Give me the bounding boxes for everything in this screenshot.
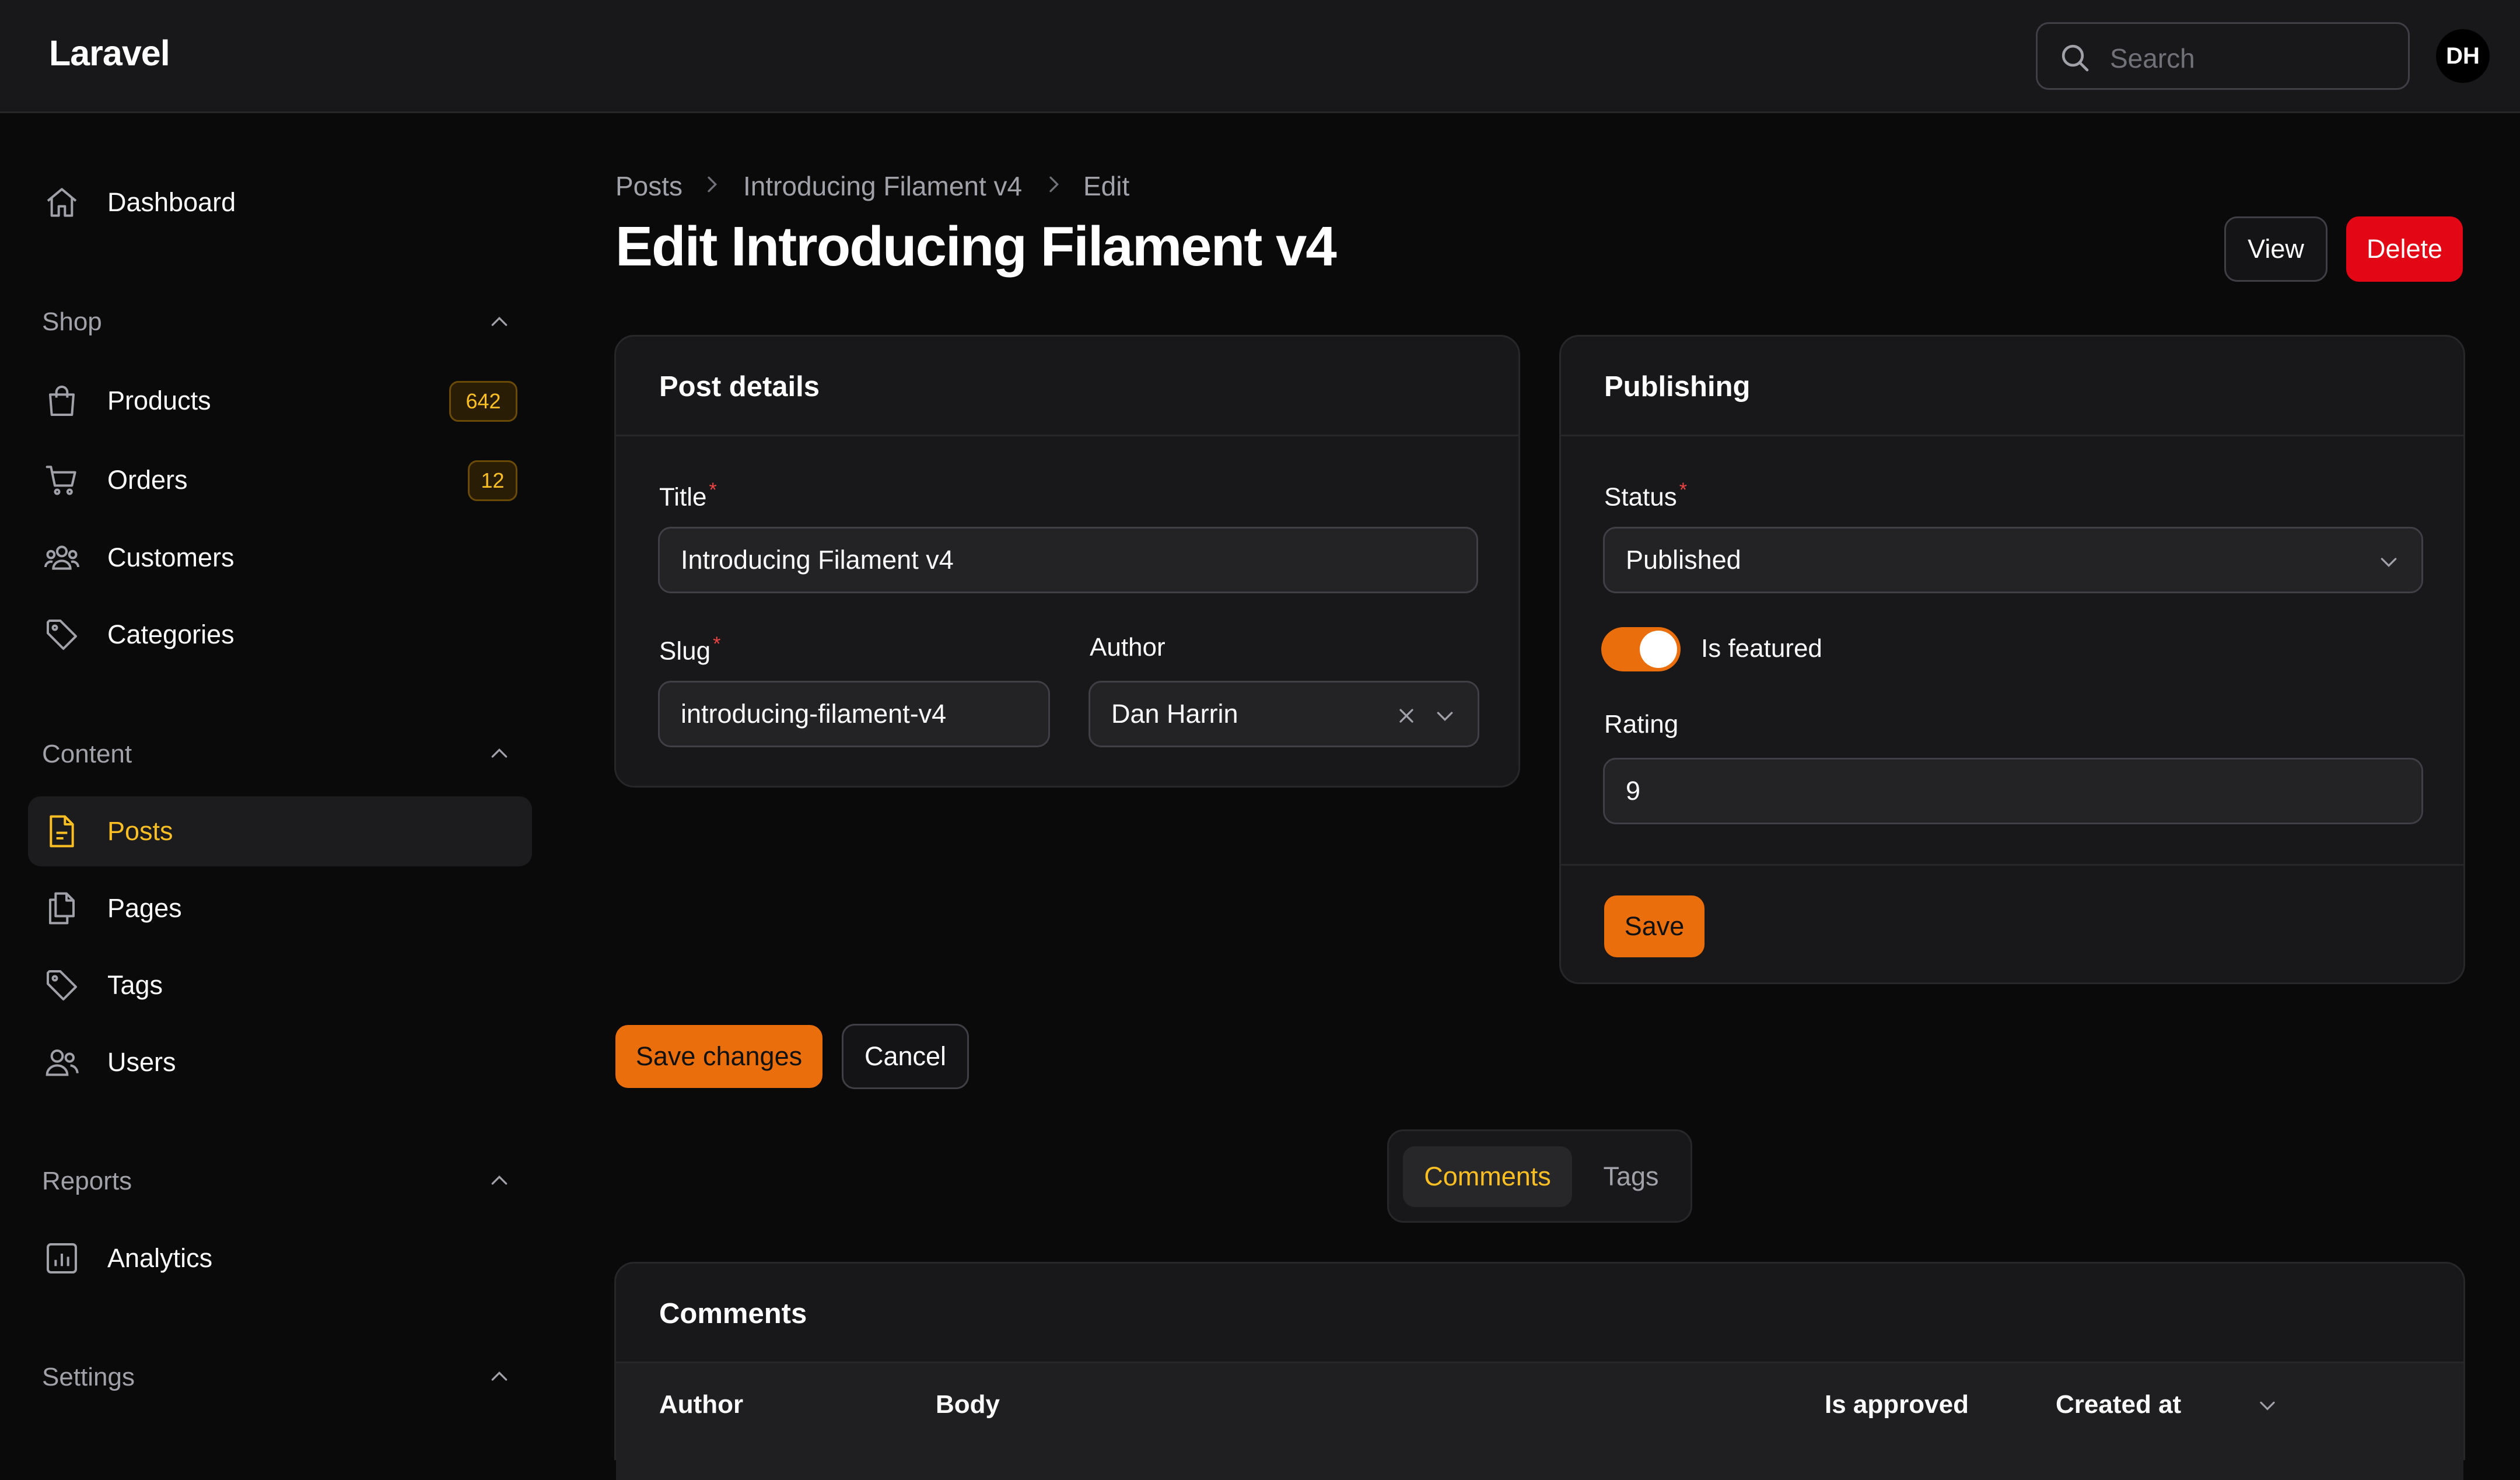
nav-group-content[interactable]: Content [42,740,132,769]
chart-bar-icon [42,1238,82,1278]
home-icon [42,183,82,222]
user-avatar[interactable]: DH [2436,29,2490,83]
chevron-right-icon [1049,176,1059,193]
comments-card: Comments Author Body Is approved Created… [614,1262,2465,1480]
sidebar-item-dashboard[interactable]: Dashboard [42,183,236,222]
breadcrumb-posts[interactable]: Posts [615,170,682,202]
rating-input[interactable]: 9 [1603,758,2423,824]
author-select[interactable]: Dan Harrin [1088,681,1479,747]
chevron-up-icon[interactable] [488,1365,511,1388]
sidebar-item-products[interactable]: Products [42,381,211,421]
search-input[interactable]: Search [2036,22,2410,90]
chevron-up-icon[interactable] [488,310,511,334]
sidebar-item-categories[interactable]: Categories [42,615,235,655]
tag-icon [42,615,82,655]
section-divider [1561,864,2463,866]
slug-label: Slug * [659,633,721,666]
chevron-right-icon [708,176,718,193]
documents-icon [42,888,82,928]
sort-chevron-down-icon[interactable] [2256,1394,2278,1416]
view-button[interactable]: View [2224,216,2328,282]
sidebar-item-pages[interactable]: Pages [42,888,182,928]
sidebar-item-label: Dashboard [107,187,236,217]
column-header-created-at[interactable]: Created at [2056,1390,2181,1419]
sidebar-item-label: Products [107,386,211,415]
sidebar-item-users[interactable]: Users [42,1042,176,1082]
is-featured-toggle[interactable] [1601,627,1681,671]
nav-group-shop[interactable]: Shop [42,307,102,337]
shopping-cart-icon [42,460,82,500]
post-details-card: Post details Title * Introducing Filament… [614,335,1520,788]
chevron-up-icon[interactable] [488,1169,511,1192]
section-divider [616,435,1518,436]
toggle-knob [1640,631,1677,668]
save-changes-button[interactable]: Save changes [615,1025,822,1088]
author-label: Author [1090,633,1166,662]
rating-label: Rating [1604,710,1679,739]
users-icon [42,1042,82,1082]
column-header-body[interactable]: Body [936,1390,1000,1419]
cancel-button[interactable]: Cancel [842,1024,969,1089]
users-group-icon [42,538,82,578]
section-divider [1561,435,2463,436]
sidebar-item-orders[interactable]: Orders [42,460,188,500]
status-value: Published [1626,545,1741,575]
sidebar-item-analytics[interactable]: Analytics [42,1238,212,1278]
slug-input[interactable]: introducing-filament-v4 [658,681,1050,747]
sidebar-item-label: Pages [107,893,182,923]
delete-button[interactable]: Delete [2346,216,2463,282]
sidebar-item-label: Categories [107,620,235,649]
title-label: Title * [659,479,717,512]
tab-comments[interactable]: Comments [1403,1146,1572,1207]
clear-x-icon[interactable] [1395,704,1418,727]
section-heading: Post details [659,371,820,403]
chevron-down-icon [2381,558,2397,568]
shopping-bag-icon [42,381,82,421]
title-input[interactable]: Introducing Filament v4 [658,527,1478,593]
publishing-save-button[interactable]: Save [1604,895,1704,957]
search-placeholder: Search [2110,43,2195,74]
status-select[interactable]: Published [1603,527,2423,593]
products-count-badge: 642 [449,381,517,422]
sidebar-item-label: Analytics [107,1243,213,1273]
nav-group-reports[interactable]: Reports [42,1167,132,1196]
section-heading: Publishing [1604,371,1751,403]
sidebar-item-label: Customers [107,543,235,572]
nav-group-settings[interactable]: Settings [42,1363,135,1392]
chevron-up-icon[interactable] [488,742,511,765]
status-label: Status * [1604,479,1687,512]
breadcrumb-edit: Edit [1083,171,1130,201]
tag-icon [42,965,82,1005]
table-header-row [616,1363,2463,1480]
publishing-card: Publishing Status * Published Is featured… [1559,335,2465,984]
sidebar-item-customers[interactable]: Customers [42,538,235,578]
author-value: Dan Harrin [1111,699,1238,729]
breadcrumb-record[interactable]: Introducing Filament v4 [743,170,1022,202]
sidebar-item-label: Tags [107,970,163,1000]
sidebar-item-label: Posts [107,816,173,846]
brand-logo[interactable]: Laravel [49,33,170,74]
sidebar-item-posts[interactable]: Posts [42,811,173,851]
column-header-author[interactable]: Author [659,1390,743,1419]
tab-tags[interactable]: Tags [1581,1146,1681,1207]
sidebar-item-label: Orders [107,465,188,495]
slug-value: introducing-filament-v4 [681,699,947,729]
sidebar-item-label: Users [107,1047,176,1077]
title-value: Introducing Filament v4 [681,545,954,575]
search-icon [2062,44,2089,72]
document-text-icon [42,811,82,851]
orders-count-badge: 12 [468,460,517,501]
page-title: Edit Introducing Filament v4 [615,215,1337,278]
column-header-is-approved[interactable]: Is approved [1825,1390,1969,1419]
chevron-down-icon[interactable] [1433,704,1457,727]
rating-value: 9 [1626,776,1641,806]
relation-tabs: Comments Tags [1387,1129,1692,1223]
section-heading: Comments [659,1298,807,1329]
featured-label: Is featured [1701,634,1822,663]
sidebar-item-tags[interactable]: Tags [42,965,163,1005]
